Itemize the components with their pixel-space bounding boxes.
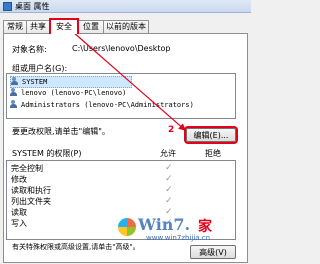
windows-logo-icon xyxy=(118,218,136,236)
watermark-brand: Win7. xyxy=(138,215,191,234)
watermark: Win7. 家 www.win7zhijia.cn xyxy=(118,214,228,242)
tab-security[interactable]: 安全 xyxy=(49,18,79,34)
watermark-brand-suffix: 家 xyxy=(198,219,212,235)
watermark-url: www.win7zhijia.cn xyxy=(146,234,211,242)
